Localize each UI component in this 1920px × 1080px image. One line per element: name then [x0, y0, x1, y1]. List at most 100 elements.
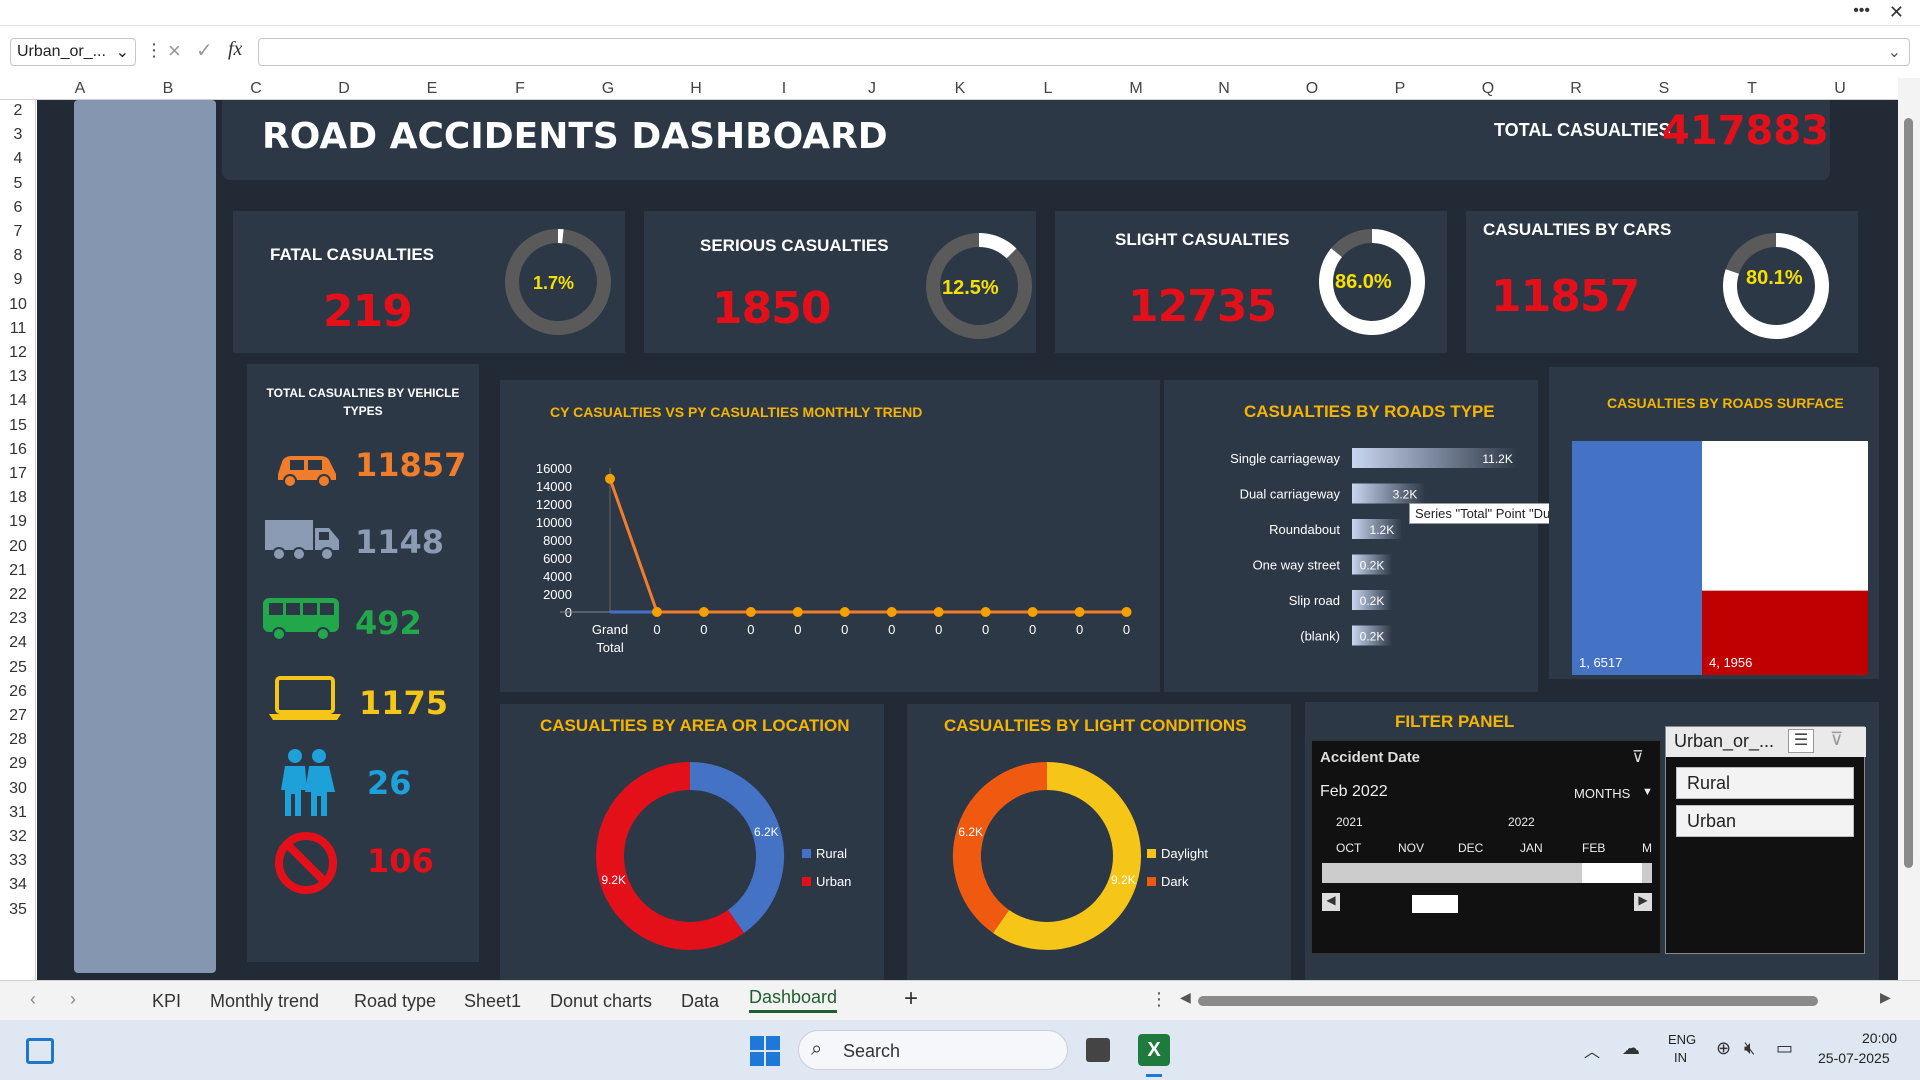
- slicer-item-urban[interactable]: Urban: [1676, 805, 1854, 837]
- multi-select-icon[interactable]: ☰: [1788, 729, 1814, 753]
- windows-start-icon[interactable]: [750, 1036, 780, 1066]
- next-sheet-icon[interactable]: ›: [70, 989, 76, 1010]
- row-header[interactable]: 12: [0, 344, 36, 362]
- timeline-selected-bar[interactable]: [1582, 863, 1642, 883]
- column-header[interactable]: Q: [1444, 80, 1532, 98]
- chevron-down-icon[interactable]: ▼: [1642, 786, 1653, 798]
- chevron-down-icon[interactable]: ⌄: [116, 42, 129, 62]
- add-sheet-icon[interactable]: +: [904, 985, 918, 1013]
- column-header[interactable]: I: [740, 80, 828, 98]
- column-header[interactable]: K: [916, 80, 1004, 98]
- timeline-month[interactable]: FEB: [1582, 841, 1605, 855]
- more-vertical-icon[interactable]: ⋮: [145, 40, 163, 61]
- clock-date[interactable]: 25-07-2025: [1818, 1050, 1890, 1066]
- row-header[interactable]: 33: [0, 852, 36, 870]
- sheet-tab[interactable]: Data: [681, 991, 719, 1012]
- network-icon[interactable]: ☁: [1622, 1038, 1640, 1059]
- timeline-month[interactable]: DEC: [1458, 841, 1483, 855]
- column-header[interactable]: R: [1532, 80, 1620, 98]
- timeline-month[interactable]: JAN: [1520, 841, 1543, 855]
- mute-icon[interactable]: 🔇︎: [1744, 1038, 1755, 1059]
- column-header[interactable]: J: [828, 80, 916, 98]
- row-header[interactable]: 23: [0, 610, 36, 628]
- vertical-scrollbar[interactable]: [1898, 78, 1920, 980]
- row-header[interactable]: 24: [0, 634, 36, 652]
- battery-icon[interactable]: ▭: [1776, 1038, 1793, 1059]
- row-header[interactable]: 13: [0, 368, 36, 386]
- sheet-tab[interactable]: Monthly trend: [210, 991, 319, 1012]
- column-header[interactable]: N: [1180, 80, 1268, 98]
- prev-sheet-icon[interactable]: ‹: [30, 989, 36, 1010]
- row-header[interactable]: 4: [0, 150, 36, 168]
- timeline-month[interactable]: NOV: [1398, 841, 1424, 855]
- column-header[interactable]: E: [388, 80, 476, 98]
- clock-time[interactable]: 20:00: [1862, 1030, 1897, 1046]
- row-header[interactable]: 2: [0, 102, 36, 120]
- column-header[interactable]: F: [476, 80, 564, 98]
- row-header[interactable]: 31: [0, 804, 36, 822]
- horizontal-scroll-thumb[interactable]: [1198, 996, 1818, 1006]
- row-header[interactable]: 14: [0, 392, 36, 410]
- clear-filter-icon[interactable]: ⊽: [1830, 729, 1843, 750]
- scroll-left-icon[interactable]: ◀: [1180, 989, 1191, 1006]
- slicer-item-rural[interactable]: Rural: [1676, 767, 1854, 799]
- scroll-right-icon[interactable]: ▶: [1880, 989, 1891, 1006]
- row-header[interactable]: 9: [0, 271, 36, 289]
- globe-icon[interactable]: ⊕: [1716, 1038, 1731, 1059]
- row-header[interactable]: 7: [0, 223, 36, 241]
- column-header[interactable]: T: [1708, 80, 1796, 98]
- timeline-bar[interactable]: [1322, 863, 1652, 883]
- timeline-month[interactable]: OCT: [1336, 841, 1361, 855]
- widgets-icon[interactable]: [26, 1038, 54, 1064]
- row-header[interactable]: 30: [0, 780, 36, 798]
- column-header[interactable]: L: [1004, 80, 1092, 98]
- row-header[interactable]: 34: [0, 876, 36, 894]
- sheet-tab[interactable]: Road type: [354, 991, 436, 1012]
- row-header[interactable]: 18: [0, 489, 36, 507]
- close-button[interactable]: ✕: [1889, 2, 1904, 23]
- row-header[interactable]: 10: [0, 296, 36, 314]
- timeline-scroll-thumb[interactable]: [1412, 895, 1458, 913]
- row-header[interactable]: 29: [0, 755, 36, 773]
- row-header[interactable]: 5: [0, 175, 36, 193]
- column-header[interactable]: A: [36, 80, 124, 98]
- column-header[interactable]: O: [1268, 80, 1356, 98]
- row-header[interactable]: 16: [0, 441, 36, 459]
- row-header[interactable]: 3: [0, 126, 36, 144]
- column-header[interactable]: S: [1620, 80, 1708, 98]
- language-label[interactable]: ENG: [1668, 1032, 1696, 1047]
- timeline-level-select[interactable]: MONTHS: [1574, 786, 1630, 801]
- expand-icon[interactable]: ⌄: [1888, 42, 1901, 62]
- column-header[interactable]: M: [1092, 80, 1180, 98]
- scroll-right-icon[interactable]: ▶: [1634, 893, 1652, 911]
- chevron-up-icon[interactable]: ︿: [1584, 1038, 1600, 1062]
- column-header[interactable]: P: [1356, 80, 1444, 98]
- sheet-tab[interactable]: KPI: [152, 991, 181, 1012]
- clear-filter-icon[interactable]: ⊽: [1632, 747, 1644, 767]
- row-header[interactable]: 8: [0, 247, 36, 265]
- more-vertical-icon[interactable]: ⋮: [1150, 989, 1168, 1010]
- row-header[interactable]: 28: [0, 731, 36, 749]
- sheet-tab[interactable]: Donut charts: [550, 991, 652, 1012]
- row-header[interactable]: 22: [0, 586, 36, 604]
- vertical-scroll-thumb[interactable]: [1904, 118, 1913, 868]
- row-header[interactable]: 21: [0, 562, 36, 580]
- row-header[interactable]: 15: [0, 417, 36, 435]
- task-view-icon[interactable]: [1086, 1038, 1110, 1062]
- cancel-icon[interactable]: ×: [168, 38, 181, 64]
- taskbar-search[interactable]: ⌕ Search: [798, 1030, 1068, 1070]
- scroll-left-icon[interactable]: ◀: [1322, 893, 1340, 911]
- column-header[interactable]: C: [212, 80, 300, 98]
- row-header[interactable]: 6: [0, 199, 36, 217]
- row-header[interactable]: 35: [0, 901, 36, 919]
- column-header[interactable]: B: [124, 80, 212, 98]
- name-box[interactable]: Urban_or_... ⌄: [10, 38, 136, 66]
- column-header[interactable]: G: [564, 80, 652, 98]
- region-label[interactable]: IN: [1674, 1050, 1687, 1065]
- timeline-month[interactable]: M: [1642, 841, 1652, 855]
- enter-icon[interactable]: ✓: [196, 38, 213, 63]
- row-header[interactable]: 26: [0, 683, 36, 701]
- row-header[interactable]: 19: [0, 513, 36, 531]
- timeline-slicer[interactable]: Accident Date ⊽ Feb 2022 MONTHS ▼ 2021 2…: [1311, 740, 1661, 954]
- row-header[interactable]: 20: [0, 538, 36, 556]
